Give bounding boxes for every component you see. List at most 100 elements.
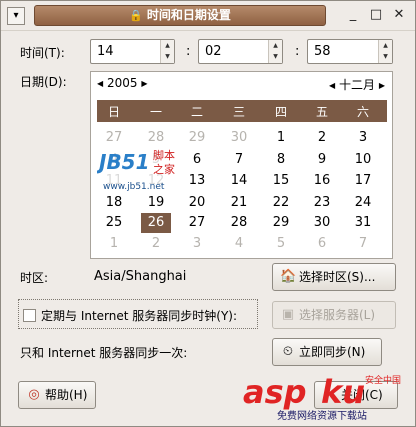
calendar-day[interactable]: 14 bbox=[224, 171, 254, 191]
calendar-day[interactable]: 17 bbox=[348, 171, 378, 191]
select-server-button[interactable]: ▣ 选择服务器(L) bbox=[272, 301, 396, 329]
calendar-day[interactable]: 20 bbox=[182, 193, 212, 213]
logo-side1: 脚本 bbox=[153, 148, 175, 162]
watermark-text-2: ku bbox=[321, 373, 365, 411]
calendar-day[interactable]: 8 bbox=[266, 150, 296, 170]
calendar-day[interactable]: 10 bbox=[348, 150, 378, 170]
calendar-day[interactable]: 22 bbox=[266, 193, 296, 213]
sync-now-button[interactable]: ⏲ 立即同步(N) bbox=[272, 338, 382, 366]
date-label: 日期(D): bbox=[20, 75, 67, 89]
logo-text: JB51 bbox=[97, 150, 150, 174]
prev-year-icon[interactable]: ◀ bbox=[97, 79, 103, 88]
calendar-day[interactable]: 5 bbox=[266, 234, 296, 254]
next-month-icon[interactable]: ▶ bbox=[379, 81, 385, 90]
calendar-day[interactable]: 25 bbox=[99, 213, 129, 233]
weekday-label: 六 bbox=[356, 105, 369, 119]
lock-icon: 🔒 bbox=[129, 9, 143, 22]
spin-down-icon[interactable]: ▼ bbox=[379, 51, 392, 62]
calendar-day[interactable]: 3 bbox=[182, 234, 212, 254]
time-separator: : bbox=[186, 44, 191, 59]
minute-spinner[interactable]: 02 ▲ ▼ bbox=[198, 39, 283, 64]
time-date-dialog: ▾ 🔒 时间和日期设置 _ □ ✕ 时间(T): 14 ▲ ▼ : 02 ▲ ▼ … bbox=[0, 0, 416, 427]
month-value: 十二月 bbox=[338, 78, 375, 92]
weekday-label: 二 bbox=[190, 105, 203, 119]
calendar-day[interactable]: 27 bbox=[182, 213, 212, 233]
calendar-day[interactable]: 1 bbox=[99, 234, 129, 254]
jb51-logo: JB51 脚本 之家 www.jb51.net bbox=[97, 143, 189, 195]
calendar-day[interactable]: 7 bbox=[348, 234, 378, 254]
calendar-day[interactable]: 2 bbox=[307, 128, 337, 148]
sync-checkbox-label[interactable]: 定期与 Internet 服务器同步时钟(Y): bbox=[41, 307, 237, 324]
month-nav: ◀ 十二月 ▶ bbox=[329, 76, 385, 93]
weekday-label: 四 bbox=[274, 105, 287, 119]
spin-up-icon[interactable]: ▲ bbox=[379, 40, 392, 51]
clock-icon: ⏲ bbox=[282, 344, 294, 359]
year-nav: ◀ 2005 ▶ bbox=[97, 76, 148, 90]
title-bar: ▾ 🔒 时间和日期设置 _ □ ✕ bbox=[1, 1, 415, 31]
timezone-label: 时区: bbox=[20, 271, 49, 285]
calendar-day[interactable]: 7 bbox=[224, 150, 254, 170]
calendar-day[interactable]: 24 bbox=[348, 193, 378, 213]
calendar-day[interactable]: 30 bbox=[307, 213, 337, 233]
watermark-sub: 安全中国 bbox=[365, 374, 401, 386]
weekday-label: 一 bbox=[149, 105, 162, 119]
calendar-day[interactable]: 31 bbox=[348, 213, 378, 233]
calendar-day[interactable]: 30 bbox=[224, 128, 254, 148]
calendar-day[interactable]: 6 bbox=[307, 234, 337, 254]
next-year-icon[interactable]: ▶ bbox=[141, 79, 147, 88]
logo-url: www.jb51.net bbox=[103, 182, 165, 192]
maximize-button[interactable]: □ bbox=[367, 7, 385, 25]
close-window-button[interactable]: ✕ bbox=[390, 7, 408, 25]
weekday-header: 日一二三四五六 bbox=[97, 100, 387, 122]
lifebuoy-icon: ◎ bbox=[28, 387, 40, 402]
calendar-day[interactable]: 28 bbox=[224, 213, 254, 233]
spin-down-icon[interactable]: ▼ bbox=[161, 51, 174, 62]
sync-checkbox[interactable] bbox=[23, 309, 36, 322]
server-icon: ▣ bbox=[281, 307, 295, 322]
hour-spinner[interactable]: 14 ▲ ▼ bbox=[90, 39, 175, 64]
calendar-day[interactable]: 26 bbox=[141, 213, 171, 233]
spin-down-icon[interactable]: ▼ bbox=[269, 51, 282, 62]
help-button-label: 帮助(H) bbox=[45, 388, 88, 402]
weekday-label: 五 bbox=[315, 105, 328, 119]
select-timezone-button[interactable]: 🏠 选择时区(S)... bbox=[272, 263, 396, 291]
select-server-label: 选择服务器(L) bbox=[299, 308, 376, 322]
window-menu-button[interactable]: ▾ bbox=[7, 7, 25, 25]
calendar-day[interactable]: 1 bbox=[266, 128, 296, 148]
calendar-day[interactable]: 29 bbox=[266, 213, 296, 233]
calendar-day[interactable]: 9 bbox=[307, 150, 337, 170]
aspku-watermark: asp ku 安全中国 免费网络资源下载站 bbox=[243, 373, 401, 422]
calendar-day[interactable]: 18 bbox=[99, 193, 129, 213]
year-value: 2005 bbox=[106, 76, 138, 90]
calendar-day[interactable]: 2 bbox=[141, 234, 171, 254]
sync-now-label: 立即同步(N) bbox=[299, 345, 366, 359]
watermark-tagline: 免费网络资源下载站 bbox=[277, 409, 367, 422]
select-timezone-label: 选择时区(S)... bbox=[299, 270, 376, 284]
prev-month-icon[interactable]: ◀ bbox=[329, 81, 335, 90]
calendar-day[interactable]: 3 bbox=[348, 128, 378, 148]
sync-once-label: 只和 Internet 服务器同步一次: bbox=[20, 346, 188, 360]
timezone-value: Asia/Shanghai bbox=[94, 269, 187, 284]
minute-spin-arrows[interactable]: ▲ ▼ bbox=[268, 40, 282, 63]
calendar-day[interactable]: 23 bbox=[307, 193, 337, 213]
minute-value: 02 bbox=[205, 44, 222, 59]
calendar-day[interactable]: 16 bbox=[307, 171, 337, 191]
hour-value: 14 bbox=[97, 44, 114, 59]
logo-side2: 之家 bbox=[153, 162, 175, 176]
minimize-button[interactable]: _ bbox=[344, 7, 362, 25]
hour-spin-arrows[interactable]: ▲ ▼ bbox=[160, 40, 174, 63]
help-button[interactable]: ◎ 帮助(H) bbox=[18, 381, 96, 409]
weekday-label: 日 bbox=[107, 105, 120, 119]
calendar-day[interactable]: 21 bbox=[224, 193, 254, 213]
time-separator: : bbox=[295, 44, 300, 59]
second-spin-arrows[interactable]: ▲ ▼ bbox=[378, 40, 392, 63]
second-spinner[interactable]: 58 ▲ ▼ bbox=[307, 39, 393, 64]
calendar-day[interactable]: 15 bbox=[266, 171, 296, 191]
weekday-label: 三 bbox=[232, 105, 245, 119]
house-icon: 🏠 bbox=[280, 269, 297, 284]
calendar-day[interactable]: 4 bbox=[224, 234, 254, 254]
calendar-day[interactable]: 19 bbox=[141, 193, 171, 213]
spin-up-icon[interactable]: ▲ bbox=[269, 40, 282, 51]
watermark-text: asp bbox=[243, 373, 307, 411]
spin-up-icon[interactable]: ▲ bbox=[161, 40, 174, 51]
